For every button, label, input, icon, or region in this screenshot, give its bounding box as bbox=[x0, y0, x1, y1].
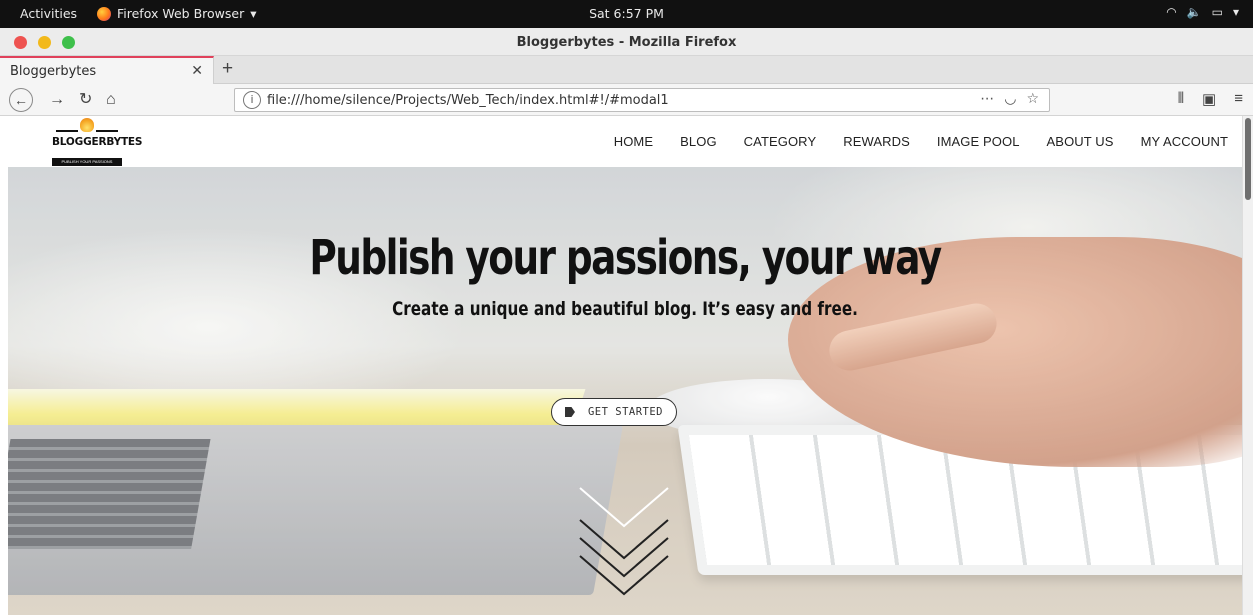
page-viewport: BLOGGERBYTES PUBLISH YOUR PASSIONS HOME … bbox=[0, 116, 1253, 615]
close-tab-icon[interactable]: ✕ bbox=[191, 63, 203, 79]
navigation-toolbar: ← → ↻ ⌂ i file:///home/silence/Projects/… bbox=[0, 84, 1253, 116]
star-icon[interactable]: ☆ bbox=[1026, 91, 1039, 107]
system-top-bar: Activities Firefox Web Browser ▾ Sat 6:5… bbox=[0, 0, 1253, 28]
hero-subtitle: Create a unique and beautiful blog. It’s… bbox=[392, 298, 858, 320]
chevron-down-icon[interactable] bbox=[578, 486, 670, 598]
tab-strip: Bloggerbytes ✕ + bbox=[0, 56, 1253, 84]
get-started-button[interactable]: GET STARTED bbox=[551, 398, 677, 426]
logo-tagline: PUBLISH YOUR PASSIONS bbox=[52, 158, 122, 166]
hero-title: Publish your passions, your way bbox=[309, 230, 942, 286]
volume-icon: 🔈 bbox=[1186, 5, 1202, 19]
back-icon[interactable]: ← bbox=[9, 88, 33, 112]
menu-icon[interactable]: ≡ bbox=[1234, 90, 1243, 108]
system-tray[interactable]: ◠ 🔈 ▭ ▾ bbox=[1166, 5, 1239, 19]
page-actions-icon[interactable]: ⋯ bbox=[980, 91, 994, 107]
wifi-icon: ◠ bbox=[1166, 5, 1177, 19]
info-icon[interactable]: i bbox=[243, 91, 261, 109]
caret-down-icon: ▾ bbox=[1232, 5, 1239, 19]
site-logo[interactable]: BLOGGERBYTES PUBLISH YOUR PASSIONS bbox=[52, 118, 143, 166]
nav-home[interactable]: HOME bbox=[614, 134, 653, 149]
clock[interactable]: Sat 6:57 PM bbox=[0, 6, 1253, 21]
scrollbar-thumb[interactable] bbox=[1245, 118, 1251, 200]
get-started-label: GET STARTED bbox=[587, 406, 664, 418]
tab-label: Bloggerbytes bbox=[10, 63, 97, 79]
pocket-icon[interactable]: ◡ bbox=[1004, 91, 1016, 107]
window-title: Bloggerbytes - Mozilla Firefox bbox=[516, 35, 737, 50]
nav-my-account[interactable]: MY ACCOUNT bbox=[1141, 134, 1228, 149]
tab-bloggerbytes[interactable]: Bloggerbytes ✕ bbox=[0, 56, 214, 84]
site-header: BLOGGERBYTES PUBLISH YOUR PASSIONS HOME … bbox=[0, 116, 1242, 167]
url-text[interactable]: file:///home/silence/Projects/Web_Tech/i… bbox=[267, 93, 669, 108]
nav-image-pool[interactable]: IMAGE POOL bbox=[937, 134, 1020, 149]
flame-icon bbox=[80, 118, 94, 132]
tag-icon bbox=[565, 407, 579, 417]
window-title-bar: Bloggerbytes - Mozilla Firefox bbox=[0, 28, 1253, 56]
battery-icon: ▭ bbox=[1211, 5, 1223, 19]
nav-about-us[interactable]: ABOUT US bbox=[1047, 134, 1114, 149]
url-bar[interactable]: i file:///home/silence/Projects/Web_Tech… bbox=[234, 88, 1050, 112]
sidebar-icon[interactable]: ▣ bbox=[1202, 90, 1216, 108]
page-scrollbar[interactable] bbox=[1242, 116, 1253, 615]
reload-icon[interactable]: ↻ bbox=[79, 90, 92, 110]
nav-category[interactable]: CATEGORY bbox=[744, 134, 817, 149]
home-icon[interactable]: ⌂ bbox=[106, 90, 116, 110]
new-tab-button[interactable]: + bbox=[222, 58, 233, 80]
nav-rewards[interactable]: REWARDS bbox=[843, 134, 910, 149]
site-nav: HOME BLOG CATEGORY REWARDS IMAGE POOL AB… bbox=[614, 134, 1228, 149]
nav-blog[interactable]: BLOG bbox=[680, 134, 717, 149]
logo-text: BLOGGERBYTES bbox=[52, 136, 143, 148]
forward-icon[interactable]: → bbox=[49, 90, 65, 110]
library-icon[interactable]: ⫴ bbox=[1178, 90, 1184, 108]
